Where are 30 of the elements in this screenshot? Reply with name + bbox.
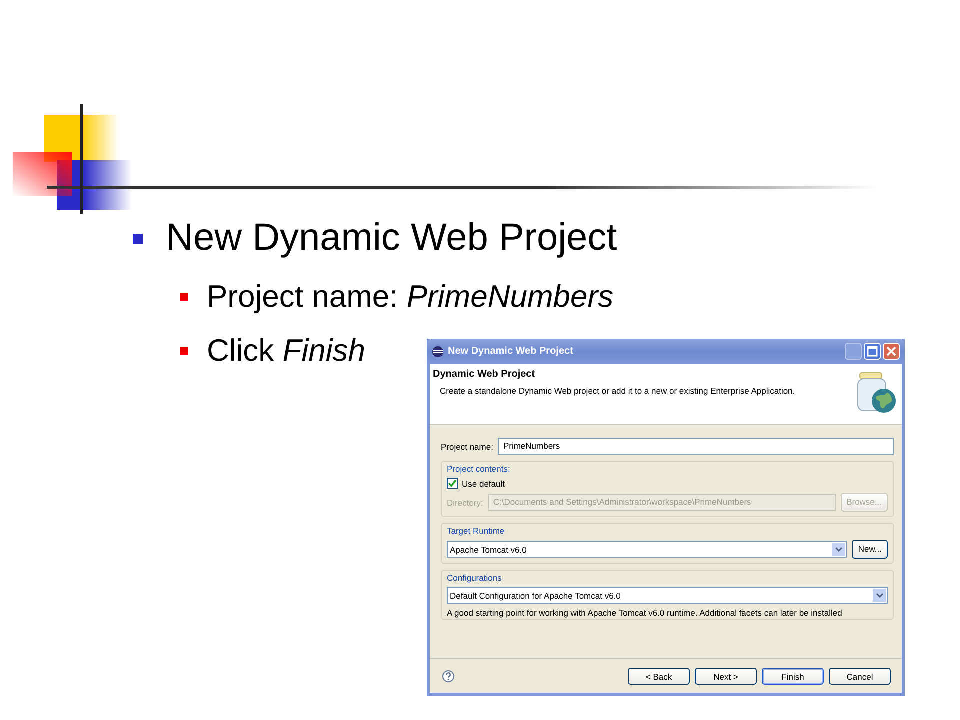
bullet-text: New Dynamic Web Project bbox=[166, 217, 618, 260]
bullet-icon bbox=[180, 293, 188, 301]
dialog-button[interactable]: < Back bbox=[628, 668, 690, 684]
dialog-button[interactable]: Cancel bbox=[829, 668, 891, 684]
page-title: Dynamic Web Project bbox=[433, 369, 536, 380]
dialog-button[interactable]: Next > bbox=[695, 668, 757, 684]
page-description: Create a standalone Dynamic Web project or add it to a new or existing Enterprise Application. bbox=[440, 386, 796, 396]
group-label: Target Runtime bbox=[447, 526, 506, 536]
bullet-icon bbox=[133, 234, 143, 244]
bullet-text: Project name: PrimeNumbers bbox=[207, 279, 614, 315]
checkbox[interactable] bbox=[447, 478, 458, 489]
project-name-field[interactable]: PrimeNumbers bbox=[498, 438, 894, 455]
runtime-dropdown[interactable]: Apache Tomcat v6.0 bbox=[447, 541, 848, 558]
new-button[interactable]: New... bbox=[852, 540, 888, 559]
bullet-icon bbox=[180, 347, 188, 355]
bullet-text: Click Finish bbox=[207, 333, 366, 369]
field-label: Project name: bbox=[441, 442, 494, 452]
group-label: Project contents: bbox=[447, 464, 512, 474]
group-label: Configurations bbox=[447, 573, 503, 583]
close-button[interactable] bbox=[883, 343, 900, 360]
maximize-button[interactable] bbox=[864, 343, 881, 360]
field-label: Directory: bbox=[447, 498, 484, 508]
eclipse-icon bbox=[432, 346, 444, 358]
checkbox-label: Use default bbox=[462, 478, 505, 488]
jar-globe-icon bbox=[856, 371, 898, 415]
window-title: New Dynamic Web Project bbox=[448, 346, 574, 357]
help-icon[interactable] bbox=[442, 670, 455, 682]
configuration-dropdown[interactable]: Default Configuration for Apache Tomcat v6.0 bbox=[447, 587, 888, 604]
dialog-button[interactable]: Finish bbox=[762, 668, 824, 684]
configuration-description: A good starting point for working with Apache Tomcat v6.0 runtime. Additional facets can later be installed bbox=[447, 608, 844, 618]
